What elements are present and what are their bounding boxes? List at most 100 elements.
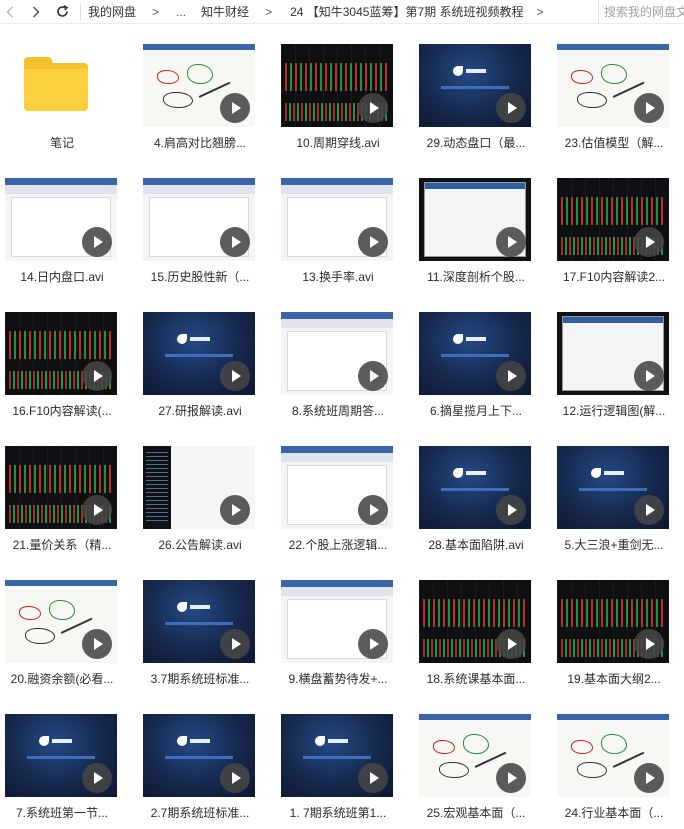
breadcrumb-ellipsis[interactable]: ...: [176, 5, 186, 19]
breadcrumb-separator: >: [152, 4, 160, 19]
play-icon[interactable]: [220, 227, 250, 257]
file-name: 8.系统班周期答...: [291, 404, 384, 418]
play-icon[interactable]: [496, 361, 526, 391]
video-file-item[interactable]: 14.日内盘口.avi: [0, 158, 132, 292]
video-file-item[interactable]: 26.公告解读.avi: [138, 426, 270, 560]
video-file-item[interactable]: 24.行业基本面（...: [552, 694, 684, 828]
video-thumbnail: [5, 178, 117, 261]
play-icon[interactable]: [358, 763, 388, 793]
breadcrumb-separator: >: [265, 4, 273, 19]
video-file-item[interactable]: 25.宏观基本面（...: [414, 694, 546, 828]
video-file-item[interactable]: 28.基本面陷阱.avi: [414, 426, 546, 560]
video-file-item[interactable]: 29.动态盘口（最...: [414, 24, 546, 158]
play-icon[interactable]: [82, 227, 112, 257]
refresh-icon: [56, 5, 68, 17]
video-file-item[interactable]: 2.7期系统班标准...: [138, 694, 270, 828]
video-thumbnail: [281, 178, 393, 261]
play-icon[interactable]: [358, 361, 388, 391]
file-name: 20.融资余额(必看...: [10, 672, 114, 686]
video-thumbnail: [419, 178, 531, 261]
video-thumbnail: [557, 312, 669, 395]
play-icon[interactable]: [634, 629, 664, 659]
search-input[interactable]: [604, 5, 684, 19]
toolbar-divider: [80, 3, 81, 20]
video-file-item[interactable]: 12.运行逻辑图(解...: [552, 292, 684, 426]
folder-name: 笔记: [49, 136, 74, 150]
video-file-item[interactable]: 18.系统课基本面...: [414, 560, 546, 694]
video-file-item[interactable]: 13.换手率.avi: [276, 158, 408, 292]
video-file-item[interactable]: 21.量价关系（精...: [0, 426, 132, 560]
back-button[interactable]: [2, 1, 18, 23]
play-icon[interactable]: [634, 495, 664, 525]
video-thumbnail: [281, 312, 393, 395]
play-icon[interactable]: [220, 495, 250, 525]
file-name: 7.系统班第一节...: [15, 806, 108, 820]
video-thumbnail: [557, 714, 669, 797]
play-icon[interactable]: [634, 361, 664, 391]
play-icon[interactable]: [634, 763, 664, 793]
refresh-button[interactable]: [54, 1, 70, 23]
file-name: 26.公告解读.avi: [158, 538, 242, 552]
video-file-item[interactable]: 15.历史股性新（...: [138, 158, 270, 292]
play-icon[interactable]: [220, 629, 250, 659]
folder-item[interactable]: 笔记: [0, 24, 132, 158]
forward-button[interactable]: [28, 1, 44, 23]
file-name: 19.基本面大纲2...: [567, 672, 661, 686]
play-icon[interactable]: [496, 629, 526, 659]
video-file-item[interactable]: 5.大三浪+重剑无...: [552, 426, 684, 560]
file-name: 24.行业基本面（...: [564, 806, 664, 820]
play-icon[interactable]: [220, 763, 250, 793]
video-file-item[interactable]: 4.肩高对比翘膀...: [138, 24, 270, 158]
play-icon[interactable]: [496, 763, 526, 793]
top-navigation-bar: 我的网盘 > ... 知牛财经 > 24 【知牛3045蓝筹】第7期 系统班视频…: [0, 0, 684, 24]
video-file-item[interactable]: 7.系统班第一节...: [0, 694, 132, 828]
play-icon[interactable]: [220, 361, 250, 391]
video-file-item[interactable]: 9.横盘蓄势待发+...: [276, 560, 408, 694]
file-name: 10.周期穿线.avi: [296, 136, 380, 150]
play-icon[interactable]: [496, 495, 526, 525]
video-file-item[interactable]: 27.研报解读.avi: [138, 292, 270, 426]
video-file-item[interactable]: 20.融资余额(必看...: [0, 560, 132, 694]
play-icon[interactable]: [634, 93, 664, 123]
file-name: 11.深度剖析个股...: [427, 270, 525, 284]
play-icon[interactable]: [220, 93, 250, 123]
play-icon[interactable]: [82, 629, 112, 659]
video-file-item[interactable]: 19.基本面大纲2...: [552, 560, 684, 694]
video-file-item[interactable]: 23.估值模型（解...: [552, 24, 684, 158]
play-icon[interactable]: [82, 763, 112, 793]
breadcrumb-zhiniu[interactable]: 知牛财经: [200, 3, 250, 20]
play-icon[interactable]: [358, 93, 388, 123]
video-file-item[interactable]: 6.摘星揽月上下...: [414, 292, 546, 426]
play-icon[interactable]: [358, 495, 388, 525]
video-thumbnail: [5, 446, 117, 529]
play-icon[interactable]: [634, 227, 664, 257]
breadcrumb: 我的网盘 > ... 知牛财经 > 24 【知牛3045蓝筹】第7期 系统班视频…: [87, 3, 560, 20]
play-icon[interactable]: [496, 227, 526, 257]
file-name: 18.系统课基本面...: [426, 672, 526, 686]
play-icon[interactable]: [358, 227, 388, 257]
video-thumbnail: [143, 580, 255, 663]
video-file-item[interactable]: 1. 7期系统班第1...: [276, 694, 408, 828]
breadcrumb-current-folder[interactable]: 24 【知牛3045蓝筹】第7期 系统班视频教程: [289, 3, 524, 20]
breadcrumb-my-drive[interactable]: 我的网盘: [87, 3, 137, 20]
video-file-item[interactable]: 10.周期穿线.avi: [276, 24, 408, 158]
video-thumbnail: [557, 580, 669, 663]
play-icon[interactable]: [82, 495, 112, 525]
video-file-item[interactable]: 11.深度剖析个股...: [414, 158, 546, 292]
video-file-item[interactable]: 17.F10内容解读2...: [552, 158, 684, 292]
play-icon[interactable]: [496, 93, 526, 123]
play-icon[interactable]: [358, 629, 388, 659]
video-thumbnail: [557, 44, 669, 127]
video-file-item[interactable]: 16.F10内容解读(...: [0, 292, 132, 426]
video-thumbnail: [419, 446, 531, 529]
file-name: 6.摘星揽月上下...: [429, 404, 522, 418]
video-file-item[interactable]: 3.7期系统班标准...: [138, 560, 270, 694]
video-file-item[interactable]: 22.个股上涨逻辑...: [276, 426, 408, 560]
file-name: 27.研报解读.avi: [158, 404, 242, 418]
search-box[interactable]: [598, 0, 684, 24]
file-name: 28.基本面陷阱.avi: [428, 538, 524, 552]
play-icon[interactable]: [82, 361, 112, 391]
video-thumbnail: [143, 178, 255, 261]
file-name: 1. 7期系统班第1...: [289, 806, 387, 820]
video-file-item[interactable]: 8.系统班周期答...: [276, 292, 408, 426]
